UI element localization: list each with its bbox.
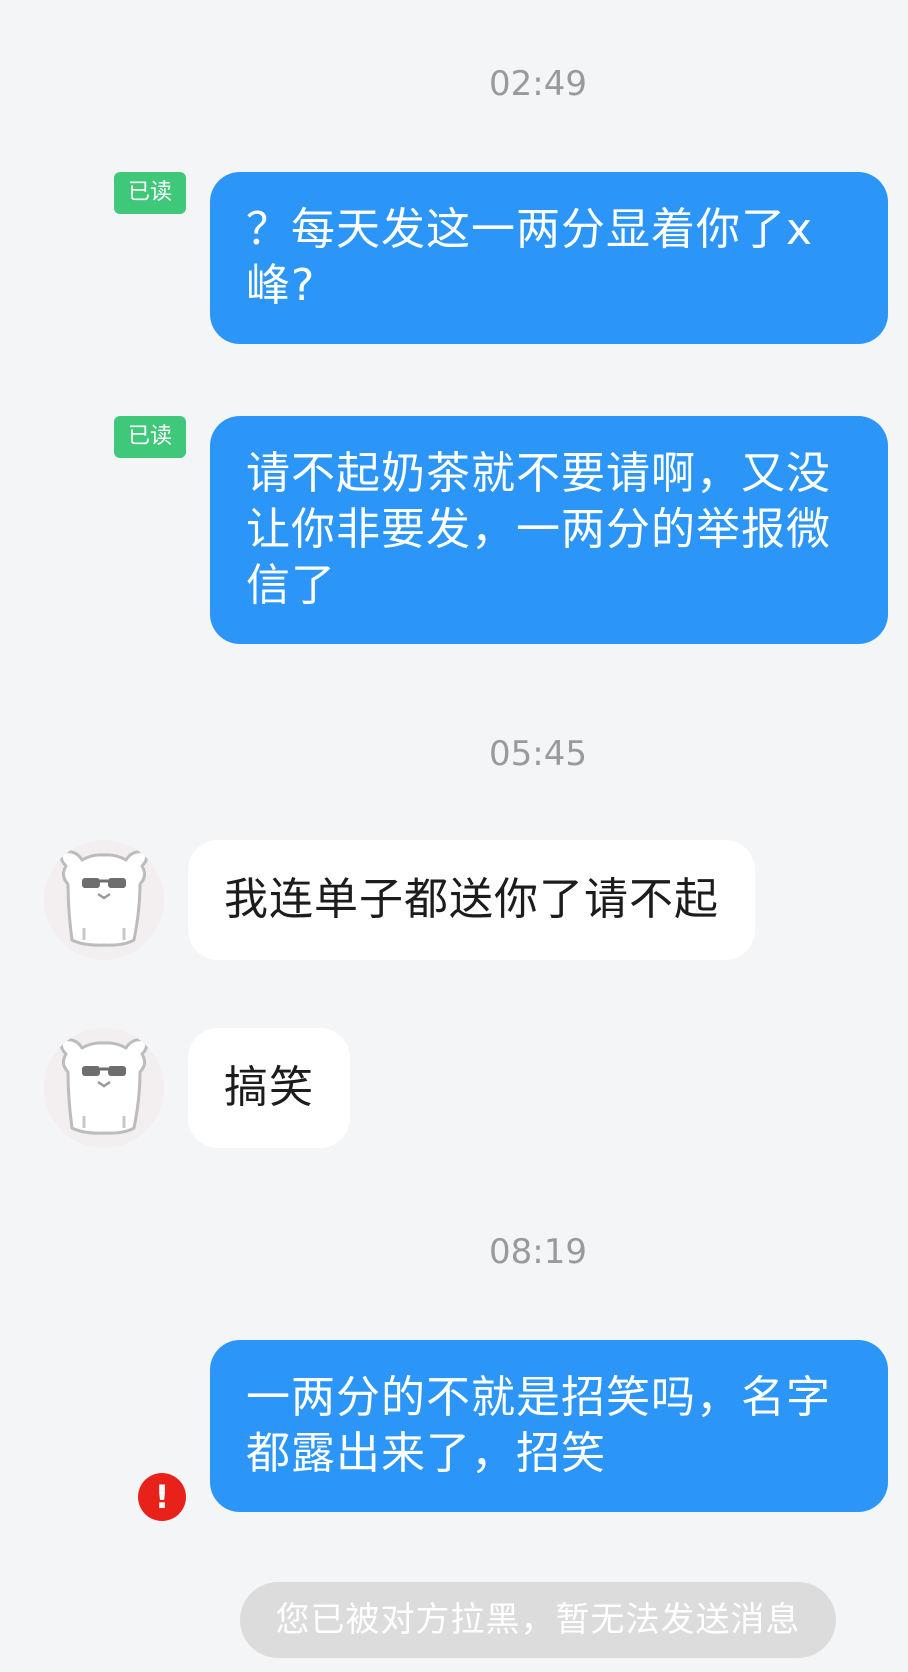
bear-avatar-icon xyxy=(59,1038,149,1135)
outgoing-message-bubble[interactable]: 一两分的不就是招笑吗，名字都露出来了，招笑 xyxy=(210,1340,888,1512)
contact-avatar[interactable] xyxy=(44,1028,164,1148)
outgoing-message-bubble[interactable]: ？每天发这一两分显着你了x峰? xyxy=(210,172,888,344)
bear-avatar-icon xyxy=(59,850,149,947)
timestamp: 05:45 xyxy=(489,734,587,774)
timestamp: 02:49 xyxy=(489,64,587,104)
read-status-badge: 已读 xyxy=(114,416,186,458)
timestamp: 08:19 xyxy=(489,1232,587,1272)
contact-avatar[interactable] xyxy=(44,840,164,960)
incoming-message-bubble[interactable]: 搞笑 xyxy=(188,1028,350,1148)
read-status-badge: 已读 xyxy=(114,172,186,214)
outgoing-message-bubble[interactable]: 请不起奶茶就不要请啊，又没让你非要发，一两分的举报微信了 xyxy=(210,416,888,644)
send-failed-icon[interactable]: ! xyxy=(138,1473,186,1521)
blocked-notice: 您已被对方拉黑，暂无法发送消息 xyxy=(240,1582,836,1658)
incoming-message-bubble[interactable]: 我连单子都送你了请不起 xyxy=(188,840,755,960)
